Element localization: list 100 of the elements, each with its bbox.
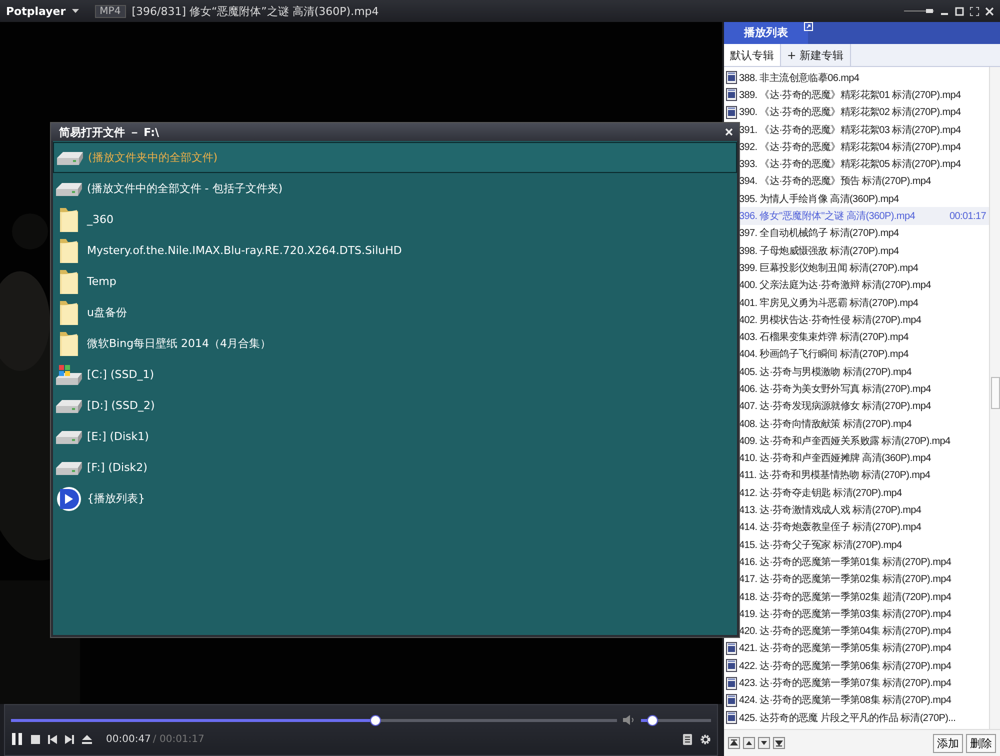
stop-icon[interactable]	[31, 734, 40, 744]
elapsed-time: 00:00:47	[106, 734, 151, 744]
playlist-item-title: 411. 达·芬奇和男模基情热吻 标清(270P).mp4	[739, 468, 930, 482]
playlist-item-title: 399. 巨幕投影仪炮制丑闻 标清(270P).mp4	[739, 262, 918, 275]
caret-icon[interactable]	[72, 9, 79, 13]
playlist-item-title: 407. 达·芬奇发现病源就修女 标清(270P).mp4	[739, 400, 931, 414]
playlist-title[interactable]: 播放列表	[724, 22, 808, 44]
playlist-item-title: 414. 达·芬奇炮轰教皇侄子 标清(270P).mp4	[739, 520, 922, 534]
playlist-item-title: 394. 《达·芬奇的恶魔》预告 标清(270P).mp4	[739, 174, 931, 188]
playlist-item-title: 416. 达·芬奇的恶魔第一季第01集 标清(270P).mp4	[739, 556, 952, 569]
playlist-item-title: 422. 达·芬奇的恶魔第一季第06集 标清(270P).mp4	[739, 660, 952, 673]
file-item[interactable]: [D:] (SSD_2)	[53, 390, 737, 421]
playlist-item-title: 412. 达·芬奇夺走钥匙 标清(270P).mp4	[739, 486, 902, 500]
file-item[interactable]: [C:] (SSD_1)	[53, 359, 737, 390]
playlist-item-title: 418. 达·芬奇的恶魔第一季第02集 超清(720P).mp4	[739, 590, 952, 604]
playlist-item-title: 403. 石榴果变集束炸弹 标清(270P).mp4	[739, 330, 908, 344]
close-icon[interactable]	[725, 128, 733, 136]
drive-icon	[55, 460, 83, 476]
playlist-item-title: 406. 达·芬奇为美女野外写真 标清(270P).mp4	[739, 382, 931, 396]
playlist-item-title: 389. 《达·芬奇的恶魔》精彩花絮01 标清(270P).mp4	[739, 88, 961, 102]
move-top-icon[interactable]	[728, 737, 740, 749]
file-item[interactable]: [F:] (Disk2)	[53, 452, 737, 483]
playlist-item[interactable]: 425. 达芬奇的恶魔 片段之平凡的作品 标清(270P)...	[724, 708, 989, 726]
playlist-item-title: 423. 达·芬奇的恶魔第一季第07集 标清(270P).mp4	[739, 676, 952, 690]
speaker-icon[interactable]	[623, 715, 635, 725]
playlist-item-title: 405. 达·芬奇与男模激吻 标清(270P).mp4	[739, 366, 912, 379]
playlist-item[interactable]: 424. 达·芬奇的恶魔第一季第08集 标清(270P).mp4	[724, 692, 989, 709]
playlist-item[interactable]: 390. 《达·芬奇的恶魔》精彩花絮02 标清(270P).mp4	[724, 104, 989, 121]
playlist-item-title: 424. 达·芬奇的恶魔第一季第08集 标清(270P).mp4	[739, 694, 952, 708]
settings-icon[interactable]	[700, 734, 711, 744]
maximize-icon[interactable]	[955, 6, 964, 16]
opacity-slider-icon[interactable]	[904, 8, 934, 14]
file-item-label: [F:] (Disk2)	[87, 461, 148, 474]
previous-icon[interactable]	[48, 734, 57, 744]
close-icon[interactable]	[985, 6, 994, 16]
playlist-item-title: 402. 男模状告达·芬奇性侵 标清(270P).mp4	[739, 314, 922, 327]
file-item-label: _360	[87, 213, 114, 226]
drive-icon	[56, 150, 84, 166]
playlist-item-title: 390. 《达·芬奇的恶魔》精彩花絮02 标清(270P).mp4	[739, 106, 961, 120]
playlist-item[interactable]: 389. 《达·芬奇的恶魔》精彩花絮01 标清(270P).mp4	[724, 86, 989, 104]
app-logo[interactable]: Potplayer	[6, 4, 66, 18]
file-item-label: u盘备份	[87, 305, 127, 320]
popout-icon[interactable]	[804, 22, 813, 31]
scrollbar[interactable]	[989, 67, 1000, 729]
playlist-item-title: 425. 达芬奇的恶魔 片段之平凡的作品 标清(270P)...	[739, 712, 956, 725]
playlist-item-title: 396. 修女"恶魔附体"之谜 高清(360P).mp4	[739, 210, 915, 224]
file-item[interactable]: Temp	[53, 266, 737, 297]
playlist-item-title: 392. 《达·芬奇的恶魔》精彩花絮04 标清(270P).mp4	[739, 140, 961, 154]
playlist-item[interactable]: 388. 非主流创意临摹06.mp4	[724, 69, 989, 86]
file-item[interactable]: {播放列表}	[53, 483, 737, 514]
seek-thumb[interactable]	[370, 714, 381, 726]
playlist-item-title: 420. 达·芬奇的恶魔第一季第04集 标清(270P).mp4	[739, 624, 952, 638]
file-item-label: 微软Bing每日壁纸 2014（4月合集）	[87, 336, 272, 351]
playlist-item-title: 413. 达·芬奇激情戏成人戏 标清(270P).mp4	[739, 504, 922, 518]
playlist-item-title: 395. 为情人手绘肖像 高清(360P).mp4	[739, 192, 899, 206]
playlist-item-title: 417. 达·芬奇的恶魔第一季第02集 标清(270P).mp4	[739, 572, 952, 586]
playlist-button[interactable]: 删除	[966, 734, 996, 752]
volume-thumb[interactable]	[646, 714, 658, 726]
album-tab[interactable]: 默认专辑	[724, 44, 781, 66]
drive-icon	[55, 398, 83, 414]
window-title: [396/831] 修女“恶魔附体”之谜 高清(360P).mp4	[132, 4, 379, 18]
playlist-item-title: 400. 父亲法庭为达·芬奇激辩 标清(270P).mp4	[739, 278, 931, 292]
playlist-item-title: 415. 达·芬奇父子冤家 标清(270P).mp4	[739, 538, 902, 552]
file-item-label: {播放列表}	[87, 491, 145, 506]
file-item[interactable]: (播放文件中的全部文件 - 包括子文件夹)	[53, 173, 737, 204]
system-drive-icon	[55, 364, 83, 386]
drive-icon	[55, 428, 83, 444]
playlist-item[interactable]: 421. 达·芬奇的恶魔第一季第05集 标清(270P).mp4	[724, 640, 989, 658]
file-item[interactable]: 微软Bing每日壁纸 2014（4月合集）	[53, 328, 737, 359]
next-icon[interactable]	[65, 734, 74, 744]
playlist-item-title: 388. 非主流创意临摹06.mp4	[739, 72, 860, 85]
pause-icon[interactable]	[11, 733, 23, 745]
file-item-label: (播放文件中的全部文件 - 包括子文件夹)	[87, 181, 283, 196]
file-item[interactable]: u盘备份	[53, 297, 737, 328]
playlist-button[interactable]: 添加	[933, 734, 963, 752]
playlist-item[interactable]: 422. 达·芬奇的恶魔第一季第06集 标清(270P).mp4	[724, 657, 989, 674]
file-item-label: [C:] (SSD_1)	[87, 368, 154, 381]
drive-icon	[55, 180, 83, 196]
file-item-label: [E:] (Disk1)	[87, 430, 149, 443]
move-bottom-icon[interactable]	[773, 737, 785, 749]
total-time: / 00:01:17	[152, 734, 204, 744]
playlist-item[interactable]: 423. 达·芬奇的恶魔第一季第07集 标清(270P).mp4	[724, 674, 989, 692]
dialog-title: 简易打开文件 － F:\	[59, 124, 159, 140]
file-item-label: Mystery.of.the.Nile.IMAX.Blu-ray.RE.720.X264.DTS.SiluHD	[87, 244, 402, 257]
move-up-icon[interactable]	[743, 737, 755, 749]
playlist-toggle-icon[interactable]	[683, 734, 692, 744]
playlist-item-title: 397. 全自动机械鸽子 标清(270P).mp4	[739, 226, 899, 240]
playlist-item-title: 398. 子母炮威慑强敌 标清(270P).mp4	[739, 244, 899, 258]
playlist-item-title: 419. 达·芬奇的恶魔第一季第03集 标清(270P).mp4	[739, 608, 952, 621]
play-logo-icon	[55, 486, 83, 512]
move-down-icon[interactable]	[758, 737, 770, 749]
playlist-item-title: 401. 牢房见义勇为斗恶霸 标清(270P).mp4	[739, 296, 918, 310]
item-duration: 00:01:17	[948, 210, 987, 222]
file-item-label: (播放文件夹中的全部文件)	[88, 150, 218, 165]
playlist-item-title: 393. 《达·芬奇的恶魔》精彩花絮05 标清(270P).mp4	[739, 158, 961, 172]
fullscreen-icon[interactable]	[970, 6, 979, 16]
playlist-item-title: 408. 达·芬奇向情敌献策 标清(270P).mp4	[739, 418, 912, 431]
file-item[interactable]: [E:] (Disk1)	[53, 421, 737, 452]
eject-icon[interactable]	[82, 734, 92, 744]
file-item[interactable]: Mystery.of.the.Nile.IMAX.Blu-ray.RE.720.X264.DTS.SiluHD	[53, 235, 737, 266]
